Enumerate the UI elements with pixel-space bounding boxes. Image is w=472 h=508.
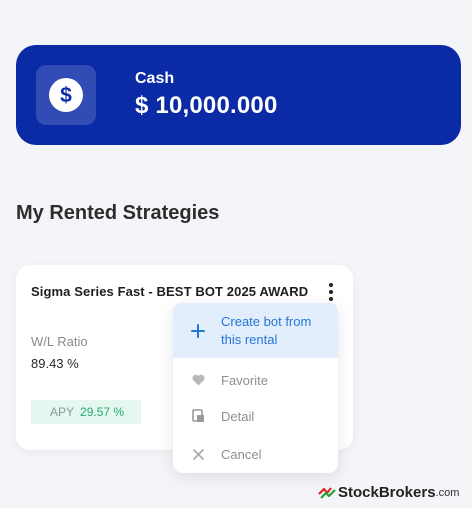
strategy-name: Sigma Series Fast - BEST BOT 2025 AWARD [31, 284, 309, 299]
dollar-circle-icon: $ [49, 78, 83, 112]
menu-item-cancel[interactable]: Cancel [173, 439, 338, 469]
apy-badge: APY 29.57 % [31, 400, 141, 424]
apy-label: APY [50, 405, 75, 419]
menu-item-label: Favorite [221, 372, 268, 388]
menu-item-label: Detail [221, 408, 255, 424]
detail-icon [190, 408, 206, 424]
cash-balance: $ 10,000.000 [135, 92, 278, 119]
svg-text:$: $ [60, 84, 72, 107]
menu-item-label: Cancel [221, 446, 262, 462]
cash-icon-tile: $ [36, 65, 96, 125]
more-options-icon[interactable] [324, 283, 338, 301]
watermark-suffix: .com [435, 486, 460, 499]
wl-ratio-label: W/L Ratio [31, 334, 88, 349]
menu-item-create-bot[interactable]: Create bot from this rental [173, 303, 338, 358]
watermark-brand: StockBrokers [338, 484, 436, 501]
stockbrokers-logo-icon [318, 486, 336, 499]
section-title: My Rented Strategies [16, 202, 220, 224]
plus-icon [190, 323, 206, 339]
options-menu: Create bot from this rental Favorite Det… [173, 303, 338, 473]
apy-value: 29.57 % [80, 405, 125, 419]
watermark: StockBrokers .com [318, 484, 459, 501]
heart-icon [190, 372, 206, 388]
close-icon [190, 446, 206, 462]
menu-item-detail[interactable]: Detail [173, 401, 338, 431]
cash-card: $ Cash $ 10,000.000 [16, 45, 461, 145]
cash-label: Cash [135, 70, 175, 87]
menu-item-favorite[interactable]: Favorite [173, 365, 338, 395]
menu-item-label: Create bot from this rental [221, 313, 312, 347]
wl-ratio-value: 89.43 % [31, 356, 79, 371]
